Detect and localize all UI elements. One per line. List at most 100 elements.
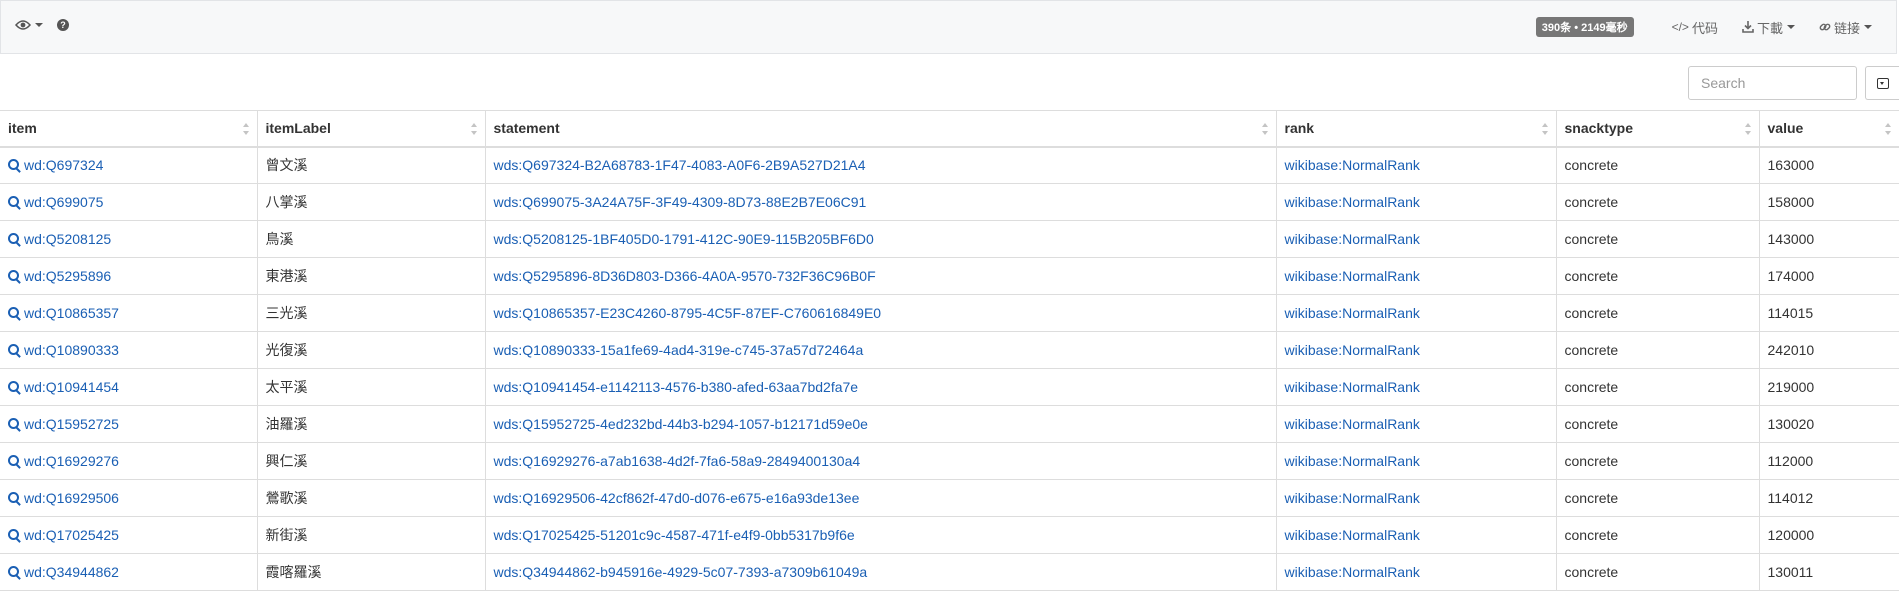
cell-statement: wds:Q16929506-42cf862f-47d0-d076-e675-e1… [484, 479, 1276, 517]
cell-rank: wikibase:NormalRank [1275, 368, 1556, 406]
rank-link[interactable]: wikibase:NormalRank [1285, 231, 1420, 247]
cell-rank: wikibase:NormalRank [1275, 257, 1556, 295]
rank-link[interactable]: wikibase:NormalRank [1285, 268, 1420, 284]
cell-item: wd:Q5208125 [0, 220, 257, 258]
statement-link[interactable]: wds:Q10941454-e1142113-4576-b380-afed-63… [494, 379, 859, 395]
statement-link[interactable]: wds:Q10890333-15a1fe69-4ad4-319e-c745-37… [494, 342, 864, 358]
cell-item-label: 油羅溪 [256, 405, 485, 443]
statement-link[interactable]: wds:Q699075-3A24A75F-3F49-4309-8D73-88E2… [494, 194, 867, 210]
table-row: wd:Q16929506 鶯歌溪 wds:Q16929506-42cf862f-… [0, 479, 1899, 517]
download-button[interactable]: 下載 [1742, 18, 1795, 37]
item-link[interactable]: wd:Q5208125 [24, 231, 111, 247]
cell-statement: wds:Q17025425-51201c9c-4587-471f-e4f9-0b… [484, 516, 1276, 554]
column-header-snacktype[interactable]: snacktype [1555, 110, 1759, 148]
column-header-item[interactable]: item [0, 110, 257, 148]
statement-link[interactable]: wds:Q15952725-4ed232bd-44b3-b294-1057-b1… [494, 416, 868, 432]
statement-link[interactable]: wds:Q17025425-51201c9c-4587-471f-e4f9-0b… [494, 527, 855, 543]
magnifier-icon[interactable] [8, 455, 21, 468]
magnifier-icon[interactable] [8, 159, 21, 172]
cell-item: wd:Q5295896 [0, 257, 257, 295]
statement-link[interactable]: wds:Q16929276-a7ab1638-4d2f-7fa6-58a9-28… [494, 453, 861, 469]
rank-link[interactable]: wikibase:NormalRank [1285, 416, 1420, 432]
rank-link[interactable]: wikibase:NormalRank [1285, 453, 1420, 469]
table-row: wd:Q10941454 太平溪 wds:Q10941454-e1142113-… [0, 368, 1899, 406]
rank-link[interactable]: wikibase:NormalRank [1285, 564, 1420, 580]
column-header-rank[interactable]: rank [1275, 110, 1556, 148]
column-header-label: snacktype [1564, 120, 1633, 137]
item-link[interactable]: wd:Q699075 [24, 194, 103, 210]
cell-rank: wikibase:NormalRank [1275, 146, 1556, 184]
rank-link[interactable]: wikibase:NormalRank [1285, 379, 1420, 395]
cell-item-label: 霞喀羅溪 [256, 553, 485, 591]
cell-statement: wds:Q16929276-a7ab1638-4d2f-7fa6-58a9-28… [484, 442, 1276, 480]
item-link[interactable]: wd:Q10941454 [24, 379, 119, 395]
column-header-label: statement [493, 120, 560, 137]
statement-link[interactable]: wds:Q5295896-8D36D803-D366-4A0A-9570-732… [494, 268, 876, 284]
sort-icon [1541, 123, 1548, 135]
cell-item: wd:Q10890333 [0, 331, 257, 369]
cell-item-label: 新街溪 [256, 516, 485, 554]
rank-link[interactable]: wikibase:NormalRank [1285, 490, 1420, 506]
columns-toggle-button[interactable] [1865, 66, 1899, 100]
column-header-itemlabel[interactable]: itemLabel [256, 110, 485, 148]
magnifier-icon[interactable] [8, 492, 21, 505]
magnifier-icon[interactable] [8, 566, 21, 579]
download-icon [1742, 21, 1754, 33]
magnifier-icon[interactable] [8, 270, 21, 283]
link-button-label: 链接 [1833, 20, 1860, 36]
item-link[interactable]: wd:Q16929506 [24, 490, 119, 506]
cell-statement: wds:Q5208125-1BF405D0-1791-412C-90E9-115… [484, 220, 1276, 258]
display-mode-button[interactable] [15, 19, 43, 31]
cell-value: 158000 [1758, 183, 1899, 221]
item-link[interactable]: wd:Q10865357 [24, 305, 119, 321]
column-header-statement[interactable]: statement [484, 110, 1276, 148]
item-link[interactable]: wd:Q5295896 [24, 268, 111, 284]
cell-value: 163000 [1758, 146, 1899, 184]
cell-item: wd:Q16929506 [0, 479, 257, 517]
item-link[interactable]: wd:Q10890333 [24, 342, 119, 358]
item-link[interactable]: wd:Q697324 [24, 157, 103, 173]
statement-link[interactable]: wds:Q34944862-b945916e-4929-5c07-7393-a7… [494, 564, 868, 580]
magnifier-icon[interactable] [8, 529, 21, 542]
statement-link[interactable]: wds:Q5208125-1BF405D0-1791-412C-90E9-115… [494, 231, 874, 247]
search-input[interactable] [1688, 66, 1857, 100]
table-row: wd:Q10865357 三光溪 wds:Q10865357-E23C4260-… [0, 294, 1899, 332]
column-header-label: value [1767, 120, 1804, 137]
magnifier-icon[interactable] [8, 344, 21, 357]
magnifier-icon[interactable] [8, 381, 21, 394]
code-button[interactable]: </> 代码 [1672, 18, 1718, 37]
item-link[interactable]: wd:Q15952725 [24, 416, 119, 432]
rank-link[interactable]: wikibase:NormalRank [1285, 342, 1420, 358]
statement-link[interactable]: wds:Q16929506-42cf862f-47d0-d076-e675-e1… [494, 490, 860, 506]
cell-value: 174000 [1758, 257, 1899, 295]
table-header-row: item itemLabel statement rank snacktype … [0, 110, 1899, 148]
rank-link[interactable]: wikibase:NormalRank [1285, 305, 1420, 321]
cell-snacktype: concrete [1555, 257, 1759, 295]
cell-statement: wds:Q15952725-4ed232bd-44b3-b294-1057-b1… [484, 405, 1276, 443]
item-link[interactable]: wd:Q17025425 [24, 527, 119, 543]
statement-link[interactable]: wds:Q10865357-E23C4260-8795-4C5F-87EF-C7… [494, 305, 882, 321]
question-icon[interactable]: ? [57, 19, 69, 31]
rank-link[interactable]: wikibase:NormalRank [1285, 157, 1420, 173]
cell-value: 112000 [1758, 442, 1899, 480]
rank-link[interactable]: wikibase:NormalRank [1285, 194, 1420, 210]
eye-icon [15, 20, 31, 30]
magnifier-icon[interactable] [8, 233, 21, 246]
cell-snacktype: concrete [1555, 368, 1759, 406]
magnifier-icon[interactable] [8, 196, 21, 209]
chevron-down-icon [1786, 25, 1795, 29]
cell-item: wd:Q34944862 [0, 553, 257, 591]
item-link[interactable]: wd:Q34944862 [24, 564, 119, 580]
cell-value: 130011 [1758, 553, 1899, 591]
magnifier-icon[interactable] [8, 418, 21, 431]
statement-link[interactable]: wds:Q697324-B2A68783-1F47-4083-A0F6-2B9A… [494, 157, 866, 173]
cell-rank: wikibase:NormalRank [1275, 479, 1556, 517]
rank-link[interactable]: wikibase:NormalRank [1285, 527, 1420, 543]
item-link[interactable]: wd:Q16929276 [24, 453, 119, 469]
cell-item-label: 曾文溪 [256, 146, 485, 184]
cell-value: 130020 [1758, 405, 1899, 443]
magnifier-icon[interactable] [8, 307, 21, 320]
column-header-value[interactable]: value [1758, 110, 1899, 148]
link-button[interactable]: 链接 [1819, 18, 1872, 37]
cell-item-label: 光復溪 [256, 331, 485, 369]
